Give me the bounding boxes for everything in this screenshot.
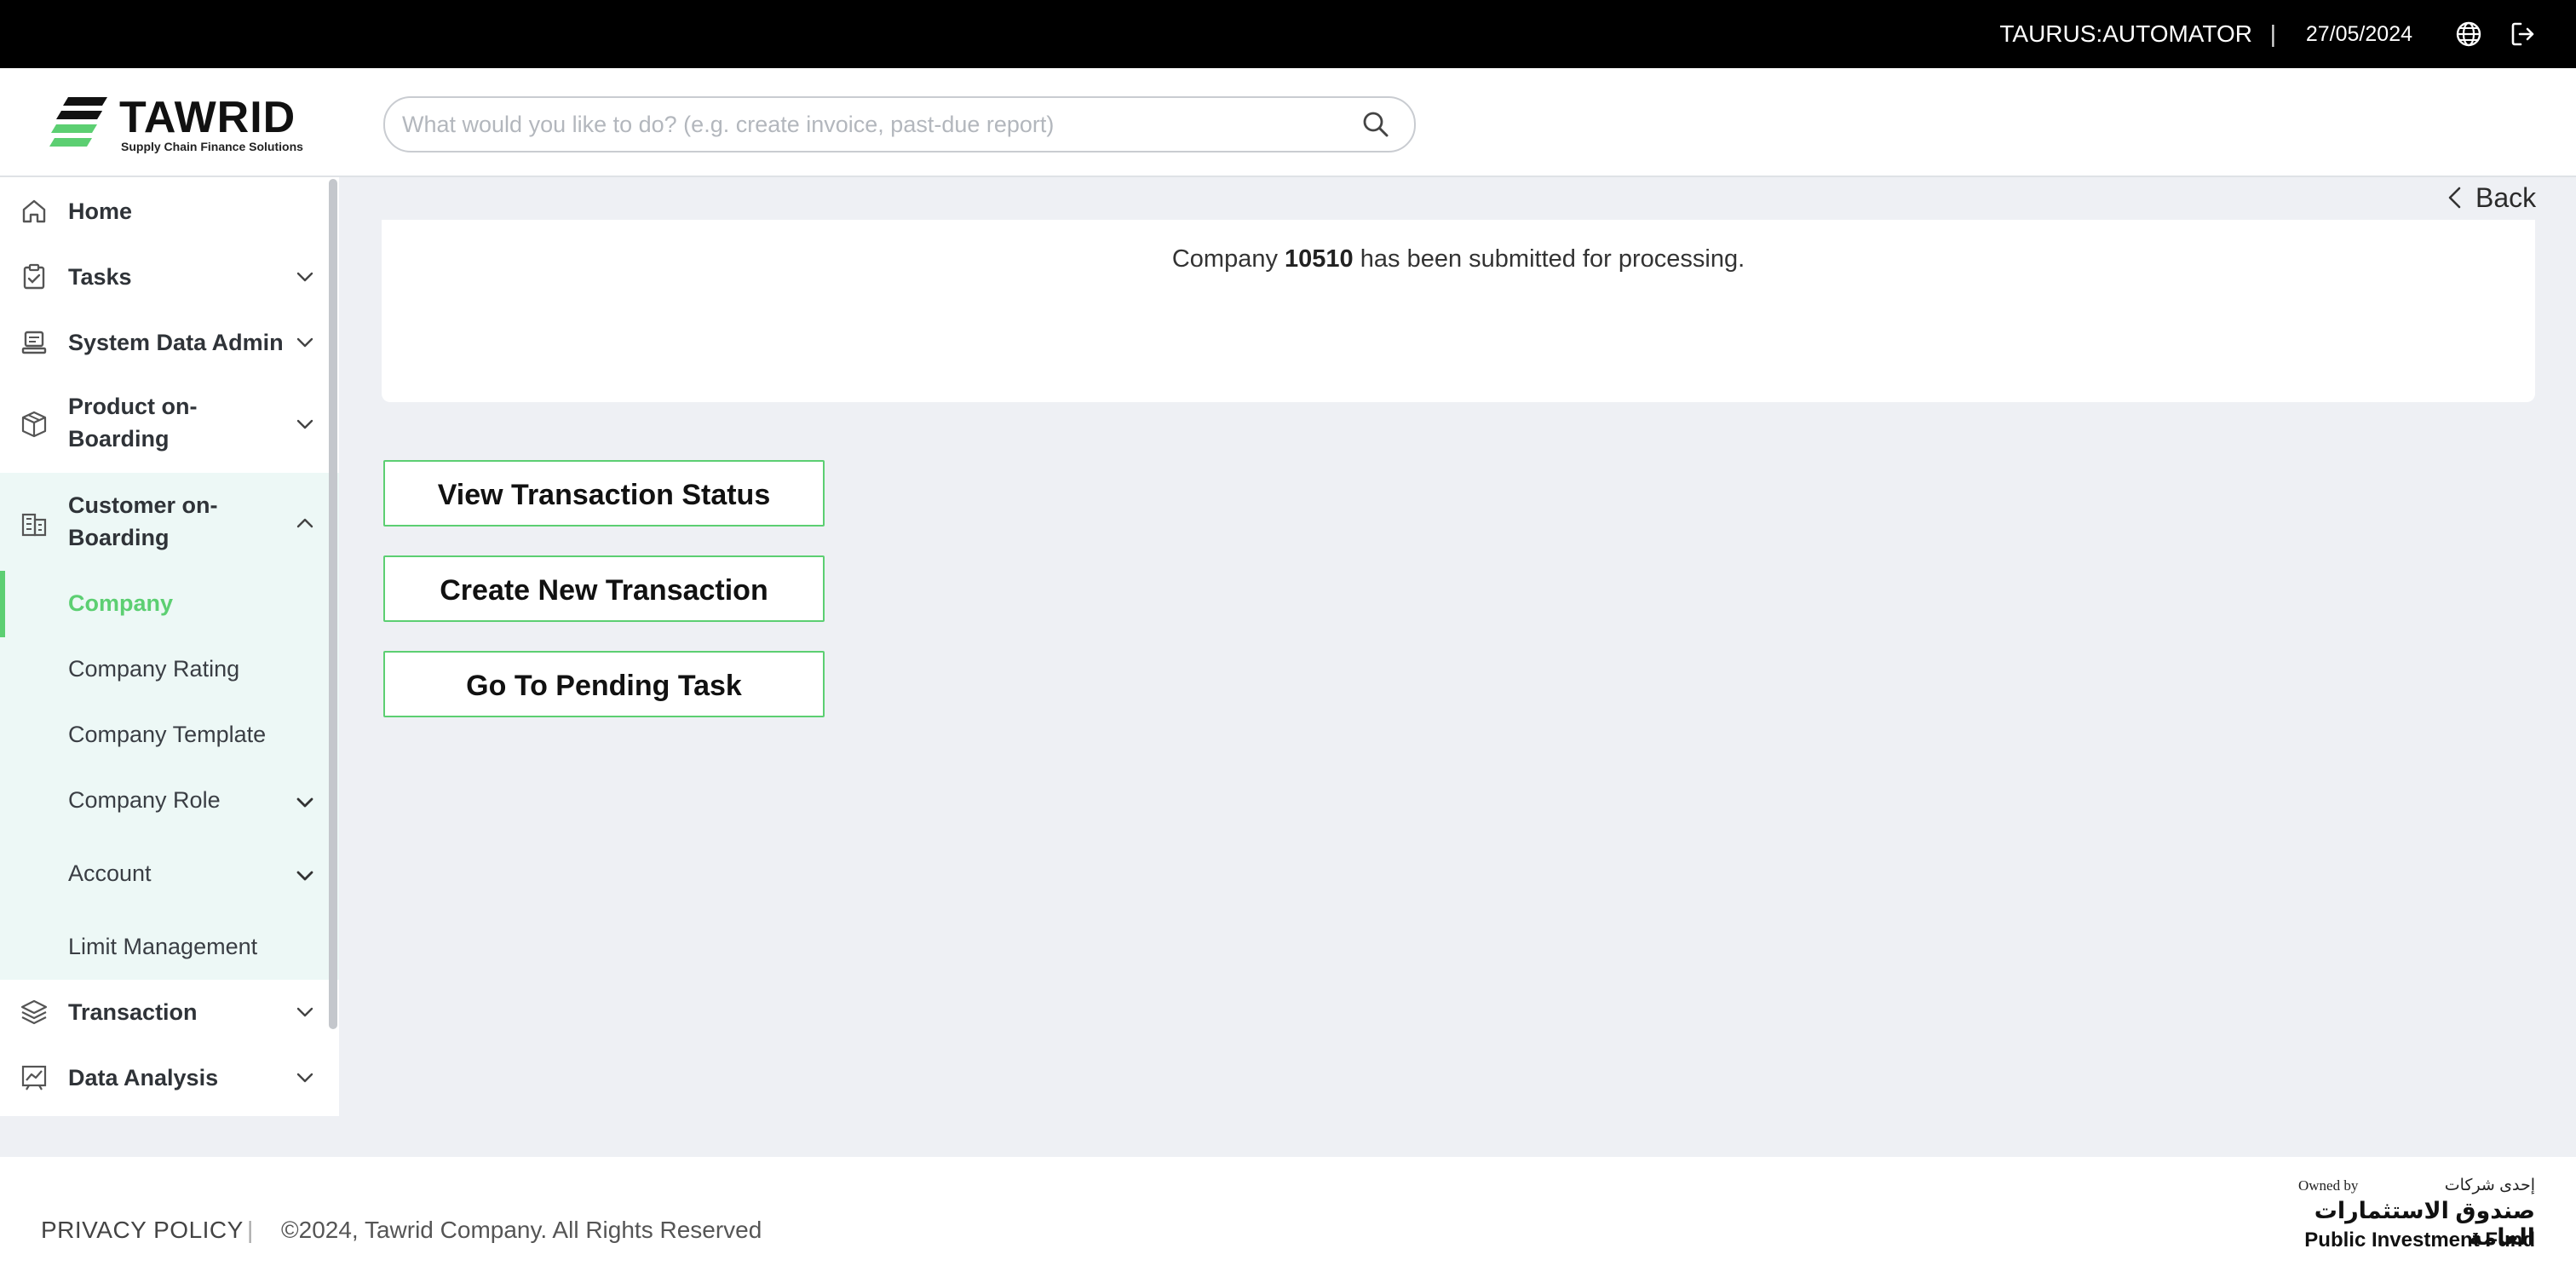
current-user: TAURUS:AUTOMATOR xyxy=(1999,20,2252,47)
pif-logo: Owned by إحدى شركات صندوق الاستثمارات ال… xyxy=(2291,1174,2539,1259)
create-new-transaction-button[interactable]: Create New Transaction xyxy=(383,555,825,622)
sidebar-item-label: Tasks xyxy=(68,264,132,290)
search-input[interactable] xyxy=(400,105,1341,144)
building-icon xyxy=(21,513,47,537)
sidebar-item-data-analysis[interactable]: Data Analysis xyxy=(0,1059,324,1096)
database-icon xyxy=(21,331,47,354)
sidebar-subitem-account[interactable]: Account xyxy=(0,857,324,891)
pif-arabic-small: إحدى شركات xyxy=(2444,1177,2535,1194)
clipboard-check-icon xyxy=(23,263,45,290)
chevron-down-icon xyxy=(296,337,313,348)
sidebar-subitem-label: Company Template xyxy=(68,722,267,747)
sidebar-item-customer-onboarding[interactable]: Customer on-Boarding xyxy=(0,489,324,559)
current-date: 27/05/2024 xyxy=(2305,22,2412,46)
sidebar-subitem-company-template[interactable]: Company Template xyxy=(0,718,324,752)
confirmation-message: Company 10510 has been submitted for pro… xyxy=(382,245,2535,273)
sidebar-item-label: System Data Admin xyxy=(68,330,284,355)
copyright-text: ©2024, Tawrid Company. All Rights Reserv… xyxy=(281,1217,762,1243)
logo-mark-icon xyxy=(49,97,107,147)
sidebar-subitem-label: Company Rating xyxy=(68,656,240,682)
box-icon xyxy=(21,411,47,438)
top-bar: TAURUS:AUTOMATOR | 27/05/2024 xyxy=(0,0,2576,68)
chevron-down-icon xyxy=(296,272,313,282)
sidebar-subitem-label: Company Role xyxy=(68,787,221,813)
sidebar-item-home[interactable]: Home xyxy=(0,193,324,230)
message-prefix: Company xyxy=(1171,245,1278,273)
home-icon xyxy=(22,199,46,223)
sidebar-item-label: Data Analysis xyxy=(68,1065,219,1090)
chevron-down-icon xyxy=(296,1073,313,1083)
footer: PRIVACY POLICY | ©2024, Tawrid Company. … xyxy=(0,1157,2576,1266)
pif-owned-by: Owned by xyxy=(2298,1177,2359,1194)
chart-icon xyxy=(21,1065,47,1090)
sidebar-item-transaction[interactable]: Transaction xyxy=(0,993,324,1031)
view-transaction-status-button[interactable]: View Transaction Status xyxy=(383,460,825,527)
sidebar-subitem-label: Limit Management xyxy=(68,934,258,959)
sidebar-scrollbar[interactable] xyxy=(329,179,337,1029)
search-box xyxy=(383,96,1416,152)
chevron-down-icon xyxy=(296,1007,313,1017)
sidebar-item-product-onboarding[interactable]: Product on-Boarding xyxy=(0,390,324,460)
search-icon[interactable] xyxy=(1361,110,1390,139)
sidebar-item-tasks[interactable]: Tasks xyxy=(0,258,324,296)
footer-separator: | xyxy=(247,1217,254,1243)
chevron-left-icon xyxy=(2448,187,2461,209)
sidebar-subitem-label: Company xyxy=(68,590,174,616)
privacy-policy-link[interactable]: PRIVACY POLICY xyxy=(41,1217,244,1244)
sidebar-subitem-company-role[interactable]: Company Role xyxy=(0,784,324,818)
sidebar-item-label: Customer on-Boarding xyxy=(68,492,218,550)
confirmation-panel: Company 10510 has been submitted for pro… xyxy=(382,220,2535,402)
header: TAWRID Supply Chain Finance Solutions xyxy=(0,68,2576,177)
sidebar-item-label: Transaction xyxy=(68,999,198,1025)
chevron-down-icon xyxy=(296,797,313,808)
company-id: 10510 xyxy=(1285,245,1354,273)
chevron-down-icon xyxy=(296,419,313,429)
sidebar-subitem-company-rating[interactable]: Company Rating xyxy=(0,653,324,687)
logout-icon[interactable] xyxy=(2510,20,2537,48)
message-suffix: has been submitted for processing. xyxy=(1360,245,1745,273)
sidebar-subitem-label: Account xyxy=(68,860,152,886)
sidebar-item-label: Home xyxy=(68,199,133,224)
sidebar-subitem-company[interactable]: Company xyxy=(0,587,324,621)
chevron-down-icon xyxy=(296,871,313,881)
tawrid-logo[interactable]: TAWRID Supply Chain Finance Solutions xyxy=(49,90,303,153)
sidebar-item-system-data-admin[interactable]: System Data Admin xyxy=(0,324,324,361)
topbar-separator: | xyxy=(2269,20,2276,47)
back-label: Back xyxy=(2475,182,2537,213)
logo-tagline: Supply Chain Finance Solutions xyxy=(121,140,303,153)
go-to-pending-task-button[interactable]: Go To Pending Task xyxy=(383,651,825,717)
globe-icon[interactable] xyxy=(2455,20,2482,48)
sidebar-subitem-limit-management[interactable]: Limit Management xyxy=(0,930,324,964)
sidebar-item-label: Product on-Boarding xyxy=(68,394,198,452)
pif-english-name: Public Investment Fund xyxy=(2304,1229,2535,1252)
layers-icon xyxy=(20,999,48,1025)
logo-name: TAWRID xyxy=(119,93,296,142)
chevron-up-icon xyxy=(296,518,313,528)
